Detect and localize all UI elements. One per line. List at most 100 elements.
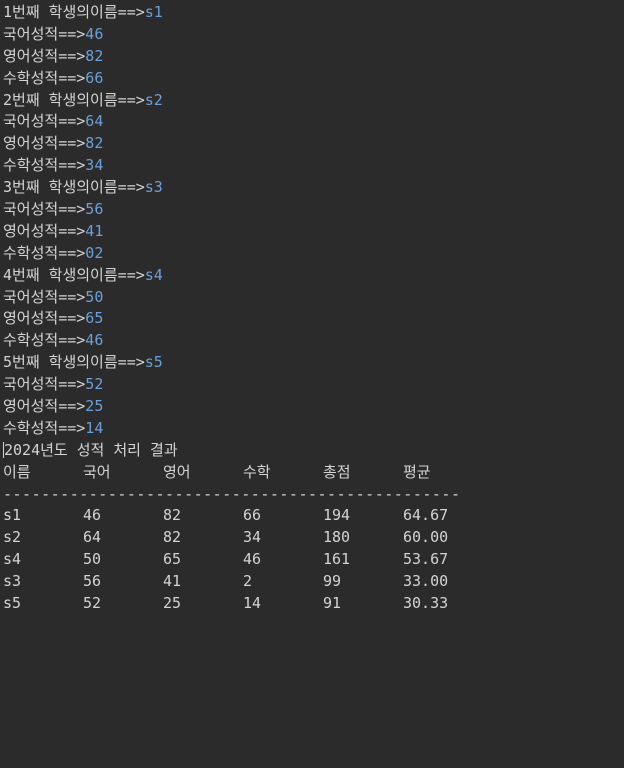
kor-prompt-line: 국어성적==>52 — [3, 374, 624, 396]
math-prompt: 수학성적==> — [3, 68, 86, 87]
cell-average: 60.00 — [403, 528, 449, 547]
kor-prompt-line: 국어성적==>50 — [3, 287, 624, 309]
report-row: s4 50 65 46 161 53.67 — [3, 549, 624, 571]
cell-math: 46 — [243, 550, 262, 569]
eng-prompt-line: 영어성적==>65 — [3, 308, 624, 330]
cell-eng: 65 — [163, 550, 182, 569]
cell-name: s5 — [3, 594, 22, 613]
student-number: 2 — [3, 90, 13, 109]
eng-prompt: 영어성적==> — [3, 397, 86, 416]
cell-eng: 25 — [163, 594, 182, 613]
kor-prompt: 국어성적==> — [3, 112, 86, 131]
eng-prompt: 영어성적==> — [3, 309, 86, 328]
report-row: s2 64 82 34 180 60.00 — [3, 527, 624, 549]
name-input: s5 — [144, 353, 163, 372]
cell-name: s3 — [3, 572, 22, 591]
header-total: 총점 — [323, 462, 351, 481]
name-prompt: 번째 학생의이름==> — [12, 265, 145, 284]
name-prompt-line: 2번째 학생의이름==>s2 — [3, 90, 624, 112]
cell-total: 194 — [323, 506, 351, 525]
kor-prompt-line: 국어성적==>64 — [3, 111, 624, 133]
math-prompt-line: 수학성적==>66 — [3, 68, 624, 90]
kor-input: 50 — [85, 287, 104, 306]
math-input: 34 — [85, 156, 104, 175]
cell-kor: 50 — [83, 550, 102, 569]
eng-prompt: 영어성적==> — [3, 221, 86, 240]
cell-kor: 64 — [83, 528, 102, 547]
cell-eng: 82 — [163, 506, 182, 525]
name-input: s4 — [144, 265, 163, 284]
kor-prompt: 국어성적==> — [3, 287, 86, 306]
header-eng: 영어 — [163, 462, 191, 481]
console-output[interactable]: 1번째 학생의이름==>s1 국어성적==>46 영어성적==>82 수학성적=… — [0, 0, 624, 688]
name-prompt: 번째 학생의이름==> — [12, 353, 145, 372]
name-prompt-line: 4번째 학생의이름==>s4 — [3, 265, 624, 287]
cell-total: 161 — [323, 550, 351, 569]
math-input: 02 — [85, 243, 104, 262]
header-average: 평균 — [403, 462, 431, 481]
name-input: s2 — [144, 90, 163, 109]
student-number: 3 — [3, 178, 13, 197]
header-name: 이름 — [3, 462, 31, 481]
eng-prompt-line: 영어성적==>82 — [3, 133, 624, 155]
name-prompt-line: 1번째 학생의이름==>s1 — [3, 2, 624, 24]
cell-average: 33.00 — [403, 572, 449, 591]
cell-math: 66 — [243, 506, 262, 525]
eng-input: 65 — [85, 309, 104, 328]
cell-kor: 46 — [83, 506, 102, 525]
eng-input: 25 — [85, 397, 104, 416]
name-prompt-line: 5번째 학생의이름==>s5 — [3, 352, 624, 374]
cell-name: s4 — [3, 550, 22, 569]
report-header-row: 이름 국어 영어 수학 총점 평균 — [3, 462, 624, 484]
cell-total: 91 — [323, 594, 342, 613]
kor-prompt: 국어성적==> — [3, 200, 86, 219]
cell-average: 53.67 — [403, 550, 449, 569]
student-number: 4 — [3, 265, 13, 284]
kor-prompt-line: 국어성적==>46 — [3, 24, 624, 46]
header-math: 수학 — [243, 462, 271, 481]
cell-total: 99 — [323, 572, 342, 591]
report-row: s5 52 25 14 91 30.33 — [3, 593, 624, 615]
report-title-line: 2024년도 성적 처리 결과 — [3, 440, 624, 462]
math-prompt-line: 수학성적==>14 — [3, 418, 624, 440]
math-input: 66 — [85, 68, 104, 87]
name-prompt: 번째 학생의이름==> — [12, 178, 145, 197]
eng-input: 82 — [85, 134, 104, 153]
kor-prompt: 국어성적==> — [3, 24, 86, 43]
report-title: 2024년도 성적 처리 결과 — [4, 440, 178, 459]
cell-total: 180 — [323, 528, 351, 547]
name-prompt-line: 3번째 학생의이름==>s3 — [3, 177, 624, 199]
eng-prompt: 영어성적==> — [3, 46, 86, 65]
math-prompt-line: 수학성적==>02 — [3, 243, 624, 265]
student-number: 5 — [3, 353, 13, 372]
cell-kor: 56 — [83, 572, 102, 591]
kor-input: 46 — [85, 24, 104, 43]
eng-input: 41 — [85, 221, 104, 240]
cell-math: 14 — [243, 594, 262, 613]
name-prompt: 번째 학생의이름==> — [12, 90, 145, 109]
header-kor: 국어 — [83, 462, 111, 481]
report-row: s1 46 82 66 194 64.67 — [3, 505, 624, 527]
name-input: s1 — [144, 3, 163, 21]
eng-prompt-line: 영어성적==>25 — [3, 396, 624, 418]
math-prompt: 수학성적==> — [3, 331, 86, 350]
kor-prompt: 국어성적==> — [3, 375, 86, 394]
eng-input: 82 — [85, 46, 104, 65]
math-prompt: 수학성적==> — [3, 418, 86, 437]
cell-eng: 82 — [163, 528, 182, 547]
name-input: s3 — [144, 178, 163, 197]
kor-input: 64 — [85, 112, 104, 131]
cell-name: s1 — [3, 506, 22, 525]
student-number: 1 — [3, 3, 13, 21]
math-prompt: 수학성적==> — [3, 243, 86, 262]
eng-prompt-line: 영어성적==>41 — [3, 221, 624, 243]
name-prompt: 번째 학생의이름==> — [12, 3, 145, 21]
cell-name: s2 — [3, 528, 22, 547]
report-row: s3 56 41 2 99 33.00 — [3, 571, 624, 593]
kor-input: 56 — [85, 200, 104, 219]
math-prompt-line: 수학성적==>34 — [3, 155, 624, 177]
cell-kor: 52 — [83, 594, 102, 613]
cell-average: 30.33 — [403, 594, 449, 613]
kor-prompt-line: 국어성적==>56 — [3, 199, 624, 221]
kor-input: 52 — [85, 375, 104, 394]
